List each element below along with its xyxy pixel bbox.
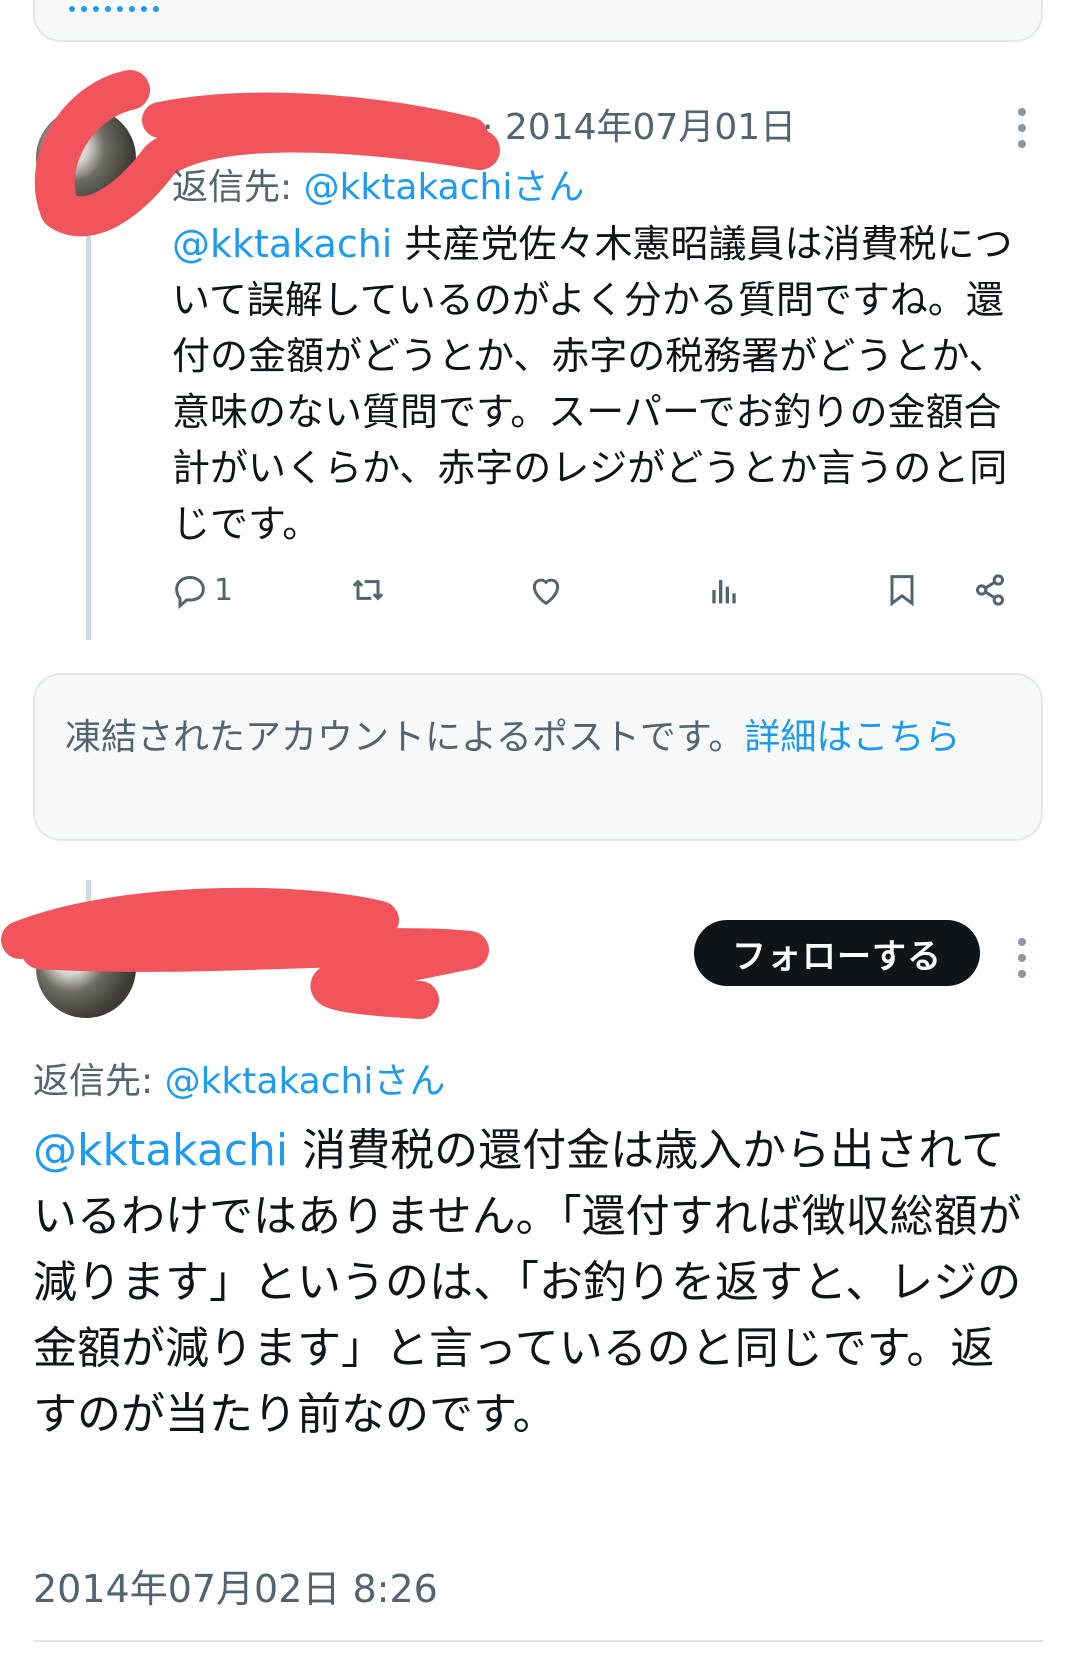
separator-dot: · [482,107,494,148]
share-button[interactable] [970,568,1010,612]
reply-handle-link[interactable]: @kktakachiさん [304,167,585,208]
reply-button[interactable]: 1 [170,568,233,612]
like-icon [532,578,560,606]
post-body: 共産党佐々木憲昭議員は消費税について誤解しているのがよく分かる質問ですね。還付の… [172,222,1013,546]
redaction-mark [1,887,489,1019]
views-button[interactable] [704,568,744,612]
suspended-notice-text: 凍結されたアカウントによるポストです。 [65,717,745,758]
follow-button[interactable]: フォローする [694,920,980,986]
suspended-notice-top [33,0,1043,42]
reply-icon [175,575,205,610]
more-icon[interactable] [1018,938,1028,986]
notice-link-fragment[interactable] [69,0,159,12]
post-text: @kktakachi 共産党佐々木憲昭議員は消費税について誤解しているのがよく分… [172,216,1032,552]
mention-link[interactable]: @kktakachi [172,222,392,266]
reply-handle-link[interactable]: @kktakachiさん [165,1061,446,1102]
reply-prefix: 返信先: [172,167,304,208]
post-timestamp[interactable]: 2014年07月01日 [505,107,796,148]
reply-count: 1 [214,572,234,608]
more-icon[interactable] [1018,108,1028,156]
action-bar: 1 [170,568,1030,616]
learn-more-link[interactable]: 詳細はこちら [744,717,960,758]
share-icon [976,574,1004,606]
post-timestamp[interactable]: 2014年07月02日 8:26 [33,1558,438,1613]
views-icon [712,580,736,604]
bookmark-icon [890,575,914,607]
suspended-notice: 凍結されたアカウントによるポストです。詳細はこちら [33,673,1043,841]
like-button[interactable] [526,568,566,612]
redaction-mark [34,70,500,237]
retweet-button[interactable] [348,568,388,612]
reply-to: 返信先: @kktakachiさん [172,158,584,210]
reply-prefix: 返信先: [33,1061,165,1102]
reply-to: 返信先: @kktakachiさん [33,1052,445,1104]
divider [33,1640,1043,1642]
bookmark-button[interactable] [882,568,922,612]
post-text: @kktakachi 消費税の還付金は歳入から出されているわけではありません。「… [33,1118,1033,1448]
mention-link[interactable]: @kktakachi [33,1125,288,1176]
thread-line [86,200,91,640]
retweet-icon [352,579,384,601]
